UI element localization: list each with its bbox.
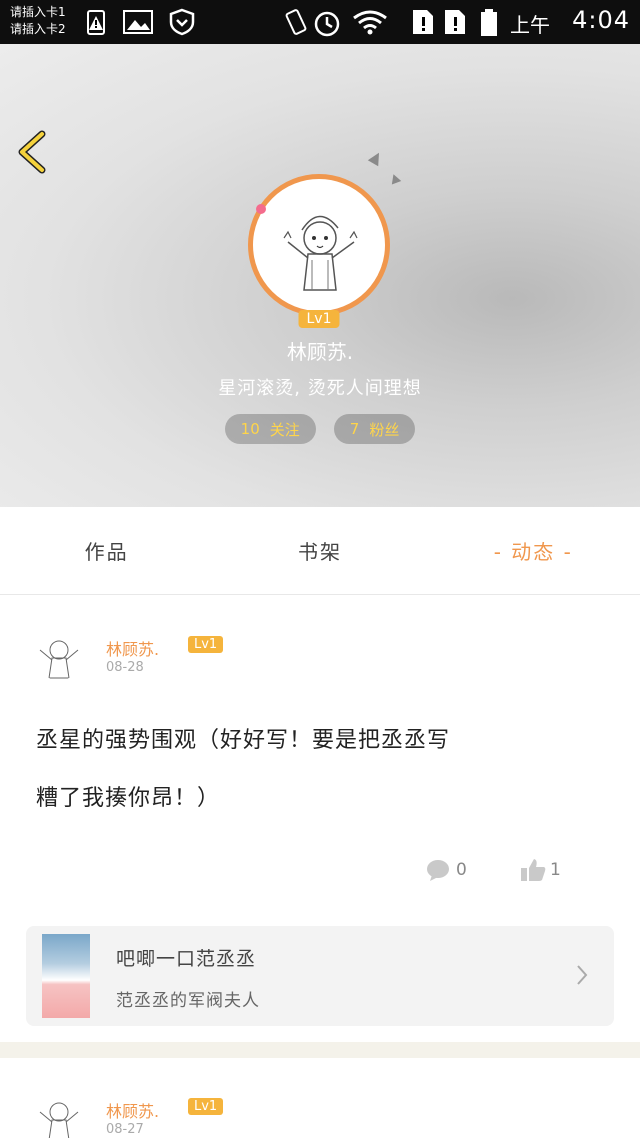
sim-status: 请插入卡1 请插入卡2	[10, 4, 66, 38]
like-count: 1	[550, 860, 561, 880]
vibrate-icon	[285, 9, 307, 35]
post-divider	[0, 1042, 640, 1058]
post-avatar[interactable]	[34, 630, 84, 680]
no-sim-icon-1	[413, 10, 433, 34]
following-button[interactable]: 10 关注	[224, 414, 316, 444]
decoration-triangle	[367, 149, 385, 167]
follow-stats: 10 关注 7 粉丝	[0, 414, 640, 444]
followers-button[interactable]: 7 粉丝	[333, 414, 416, 444]
post-author-name[interactable]: 林顾苏.	[106, 636, 159, 660]
followers-count: 7	[349, 420, 360, 438]
profile-username: 林顾苏.	[286, 340, 354, 364]
following-count: 10	[240, 420, 260, 438]
post-avatar[interactable]	[34, 1092, 84, 1138]
comment-count: 0	[456, 860, 467, 880]
tab-works[interactable]: 作品	[0, 536, 213, 565]
post-date: 08-28	[106, 660, 144, 675]
book-cover-image	[42, 934, 90, 1018]
back-arrow-icon[interactable]	[14, 130, 54, 174]
battery-warning-icon	[87, 10, 105, 35]
anime-girl-drawing-icon	[283, 215, 358, 291]
followers-label: 粉丝	[369, 420, 400, 439]
decoration-triangle	[388, 172, 402, 185]
ampm-label: 上午	[510, 13, 550, 37]
post-actions: 0 1	[420, 858, 600, 888]
profile-bio: 星河滚烫, 烫死人间理想	[218, 378, 422, 399]
clock-time: 4:04	[572, 6, 630, 34]
heart-decoration	[256, 204, 266, 214]
post-header: 林顾苏. Lv1 08-27	[34, 1092, 594, 1138]
no-sim-icon-2	[445, 10, 465, 34]
alarm-icon	[314, 11, 340, 37]
profile-tabs: 作品 书架 - 动态 -	[0, 507, 640, 595]
battery-icon	[481, 9, 497, 36]
post-text-line: 糟了我揍你昂！）	[36, 786, 221, 811]
sim1-text: 请插入卡1	[10, 5, 66, 19]
wifi-icon	[353, 10, 387, 35]
post-level-badge: Lv1	[188, 1098, 224, 1115]
sim2-text: 请插入卡2	[10, 22, 66, 36]
profile-avatar[interactable]: Lv1	[248, 174, 390, 328]
anime-girl-drawing-icon	[35, 1096, 79, 1138]
post-author-name[interactable]: 林顾苏.	[106, 1098, 159, 1122]
avatar-frame	[248, 174, 390, 316]
activity-feed: 林顾苏. Lv1 08-28 丞星的强势围观（好好写！要是把丞丞写 糟了我揍你昂…	[0, 596, 640, 1138]
thumbs-up-icon	[521, 859, 546, 881]
profile-header: Lv1 林顾苏. 星河滚烫, 烫死人间理想 10 关注 7 粉丝	[0, 44, 640, 507]
book-subtitle: 范丞丞的军阀夫人	[116, 991, 260, 1011]
chevron-right-icon	[577, 965, 588, 985]
comment-icon	[427, 860, 449, 881]
following-label: 关注	[269, 420, 300, 439]
post-text: 丞星的强势围观（好好写！要是把丞丞写 糟了我揍你昂！）	[36, 712, 606, 828]
tab-bookshelf[interactable]: 书架	[213, 536, 426, 565]
post-level-badge: Lv1	[188, 636, 224, 653]
post-header: 林顾苏. Lv1 08-28	[34, 630, 594, 690]
level-badge: Lv1	[298, 310, 340, 328]
status-bar: 请插入卡1 请插入卡2 上午 4:04	[0, 0, 640, 44]
tab-activity[interactable]: - 动态 -	[427, 536, 640, 565]
shield-icon	[169, 8, 195, 36]
anime-girl-drawing-icon	[35, 634, 79, 679]
comment-button[interactable]: 0	[426, 858, 467, 882]
book-card[interactable]: 吧唧一口范丞丞 范丞丞的军阀夫人	[26, 926, 614, 1026]
book-title: 吧唧一口范丞丞	[116, 948, 257, 970]
image-icon	[123, 10, 153, 34]
like-button[interactable]: 1	[520, 858, 561, 882]
post-text-line: 丞星的强势围观（好好写！要是把丞丞写	[36, 728, 451, 753]
post-date: 08-27	[106, 1122, 144, 1137]
